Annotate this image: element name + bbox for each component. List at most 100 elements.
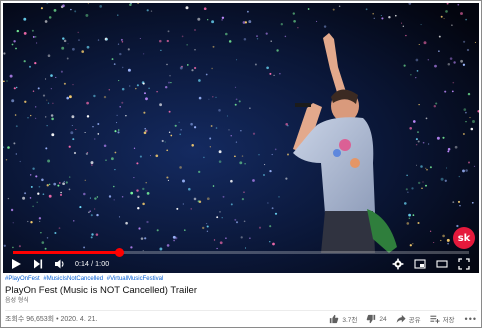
crowd-light bbox=[218, 109, 221, 112]
crowd-light bbox=[406, 222, 410, 225]
crowd-light bbox=[68, 145, 71, 148]
crowd-light bbox=[133, 147, 136, 149]
crowd-light bbox=[63, 39, 67, 43]
crowd-light bbox=[435, 102, 438, 105]
crowd-light bbox=[91, 164, 93, 166]
more-actions-icon[interactable]: ••• bbox=[465, 315, 477, 324]
hashtag-link[interactable]: #PlayOnFest bbox=[5, 276, 40, 282]
crowd-light bbox=[243, 38, 247, 41]
crowd-light bbox=[129, 3, 132, 6]
crowd-light bbox=[166, 39, 169, 43]
crowd-light bbox=[168, 131, 171, 134]
crowd-light bbox=[274, 148, 277, 151]
crowd-light bbox=[460, 59, 464, 63]
crowd-light bbox=[463, 40, 466, 43]
crowd-light bbox=[316, 20, 318, 22]
crowd-light bbox=[170, 81, 172, 84]
crowd-light bbox=[145, 129, 147, 132]
video-frame[interactable] bbox=[3, 3, 479, 273]
volume-icon[interactable] bbox=[51, 256, 69, 272]
crowd-light bbox=[405, 188, 408, 191]
crowd-light bbox=[472, 120, 475, 123]
crowd-light bbox=[86, 101, 89, 105]
crowd-light bbox=[144, 237, 147, 240]
crowd-light bbox=[412, 243, 414, 245]
like-button[interactable]: 3.7천 bbox=[329, 314, 357, 324]
crowd-light bbox=[68, 188, 71, 191]
crowd-light bbox=[238, 100, 241, 103]
save-button[interactable]: 저장 bbox=[429, 314, 455, 324]
crowd-light bbox=[209, 137, 212, 140]
crowd-light bbox=[421, 187, 423, 189]
crowd-light bbox=[44, 247, 47, 250]
crowd-light bbox=[293, 19, 296, 23]
crowd-light bbox=[271, 153, 273, 156]
crowd-light bbox=[426, 168, 428, 171]
crowd-light bbox=[427, 59, 429, 61]
crowd-light bbox=[462, 133, 465, 135]
crowd-light bbox=[12, 222, 14, 224]
crowd-light bbox=[244, 247, 247, 249]
crowd-light bbox=[114, 151, 117, 154]
crowd-light bbox=[457, 200, 461, 203]
crowd-light bbox=[66, 96, 69, 100]
crowd-light bbox=[258, 226, 262, 229]
crowd-light bbox=[404, 202, 407, 205]
crowd-light bbox=[16, 86, 18, 89]
gear-icon[interactable] bbox=[389, 256, 407, 272]
crowd-light bbox=[119, 106, 121, 108]
progress-bar[interactable] bbox=[13, 248, 469, 257]
crowd-light bbox=[168, 110, 171, 113]
hashtag-link[interactable]: #MusicIsNotCancelled bbox=[43, 276, 103, 282]
play-icon[interactable] bbox=[7, 256, 25, 272]
channel-watermark[interactable]: sk bbox=[453, 227, 475, 249]
share-button[interactable]: 공유 bbox=[396, 314, 421, 324]
crowd-light bbox=[197, 17, 201, 21]
crowd-light bbox=[45, 116, 47, 118]
crowd-light bbox=[111, 157, 114, 161]
crowd-light bbox=[130, 246, 133, 249]
video-player[interactable]: sk 0:14 / 1:00 bbox=[3, 3, 479, 273]
action-bar: 3.7천 24 공유 저장 ••• bbox=[320, 314, 477, 324]
crowd-light bbox=[121, 41, 124, 43]
hashtag-link[interactable]: #VirtualMusicFestival bbox=[107, 276, 164, 282]
crowd-light bbox=[127, 48, 130, 51]
crowd-light bbox=[117, 131, 120, 134]
crowd-light bbox=[108, 195, 112, 198]
crowd-light bbox=[179, 66, 183, 70]
crowd-light bbox=[59, 193, 63, 196]
crowd-light bbox=[15, 47, 17, 50]
crowd-light bbox=[35, 175, 38, 178]
crowd-light bbox=[48, 183, 51, 186]
crowd-light bbox=[71, 124, 73, 127]
fullscreen-icon[interactable] bbox=[455, 256, 473, 272]
crowd-light bbox=[470, 127, 474, 131]
share-label: 공유 bbox=[408, 317, 421, 324]
crowd-light bbox=[258, 154, 260, 156]
crowd-light bbox=[411, 187, 414, 190]
crowd-light bbox=[89, 197, 91, 199]
crowd-light bbox=[269, 241, 271, 243]
crowd-light bbox=[446, 167, 448, 169]
upload-date: 2020. 4. 21. bbox=[60, 316, 98, 323]
crowd-light bbox=[62, 182, 65, 186]
crowd-light bbox=[247, 10, 249, 13]
crowd-light bbox=[221, 19, 223, 21]
next-icon[interactable] bbox=[29, 256, 47, 272]
crowd-light bbox=[456, 224, 459, 228]
crowd-light bbox=[285, 123, 289, 126]
dislike-button[interactable]: 24 bbox=[366, 314, 387, 324]
crowd-light bbox=[279, 73, 281, 75]
crowd-light bbox=[59, 182, 61, 184]
crowd-light bbox=[465, 111, 467, 114]
crowd-light bbox=[463, 108, 467, 111]
crowd-light bbox=[60, 70, 63, 73]
crowd-light bbox=[72, 47, 75, 51]
miniplayer-icon[interactable] bbox=[411, 256, 429, 272]
crowd-light bbox=[191, 69, 194, 72]
crowd-light bbox=[41, 241, 45, 244]
crowd-light bbox=[88, 211, 90, 214]
theater-icon[interactable] bbox=[433, 256, 451, 272]
crowd-light bbox=[53, 8, 57, 12]
crowd-light bbox=[280, 23, 283, 26]
